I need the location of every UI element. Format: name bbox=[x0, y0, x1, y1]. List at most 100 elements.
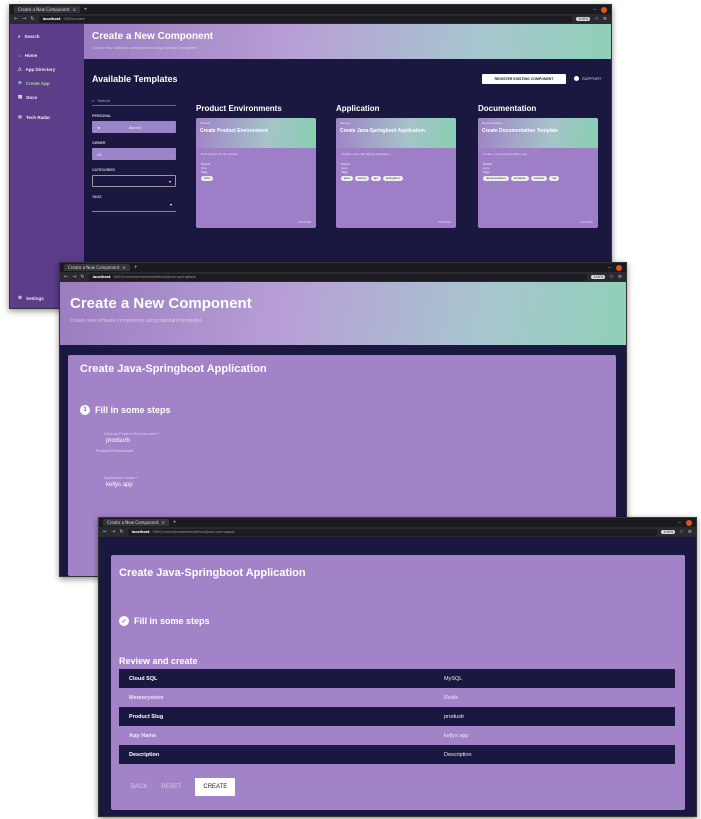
tab-close-icon[interactable]: × bbox=[123, 265, 126, 270]
back-icon[interactable]: ← bbox=[103, 529, 107, 535]
choose-button[interactable]: CHOOSE bbox=[580, 220, 593, 224]
reset-button[interactable]: RESET bbox=[161, 784, 181, 790]
radar-icon: ◎ bbox=[18, 114, 22, 119]
tab-close-icon[interactable]: × bbox=[73, 7, 76, 12]
row-value: kellys app bbox=[444, 732, 469, 739]
address-bar[interactable]: localhost:3000/create/templates/default/… bbox=[88, 273, 588, 281]
row-value: Description bbox=[444, 751, 472, 758]
sidebar-item-home[interactable]: ⌂ Home bbox=[10, 49, 84, 62]
template-card[interactable]: Documentation Create Documentation Templ… bbox=[478, 118, 598, 228]
tags-filter-select[interactable]: ▾ bbox=[92, 202, 176, 212]
table-row: Memorystore Redis bbox=[119, 688, 675, 707]
product-environment-label: Choose Product Environment * bbox=[104, 431, 159, 436]
tag-chip[interactable]: infra bbox=[201, 176, 213, 181]
star-icon[interactable]: ☆ bbox=[679, 529, 683, 535]
choose-button[interactable]: CHOOSE bbox=[438, 220, 451, 224]
template-column-product: Product Environments Product Create Prod… bbox=[196, 104, 316, 228]
menu-icon[interactable]: ≡ bbox=[603, 16, 607, 22]
close-window-icon[interactable] bbox=[601, 6, 607, 13]
new-tab-icon[interactable]: + bbox=[84, 7, 88, 13]
address-bar[interactable]: localhost:3000/create bbox=[38, 15, 573, 23]
zoom-level[interactable]: 100% bbox=[661, 530, 676, 534]
url-path: :3000/create bbox=[62, 17, 85, 21]
zoom-level[interactable]: 100% bbox=[576, 17, 591, 21]
minimize-icon[interactable]: – bbox=[678, 520, 681, 526]
forward-icon[interactable]: → bbox=[22, 16, 26, 22]
register-component-button[interactable]: REGISTER EXISTING COMPONENT bbox=[482, 74, 566, 84]
minimize-icon[interactable]: – bbox=[593, 7, 596, 13]
new-tab-icon[interactable]: + bbox=[134, 265, 138, 271]
row-value: Redis bbox=[444, 694, 459, 701]
sidebar-item-search[interactable]: ⌕ Search bbox=[10, 30, 84, 43]
tab-title: Create a New Component bbox=[18, 7, 70, 12]
sidebar-item-tech-radar[interactable]: ◎ Tech Radar bbox=[10, 110, 84, 124]
page-subtitle: Create new software components using sta… bbox=[70, 318, 202, 324]
support-button[interactable]: SUPPORT bbox=[574, 76, 601, 81]
zoom-level[interactable]: 100% bbox=[591, 275, 606, 279]
tag-chip[interactable]: techdocs bbox=[510, 176, 529, 181]
back-icon[interactable]: ← bbox=[14, 16, 18, 22]
tag-chip[interactable]: spring bbox=[354, 176, 369, 181]
browser-tab[interactable]: Create a New Component × bbox=[103, 519, 169, 526]
close-window-icon[interactable] bbox=[686, 519, 692, 526]
browser-tab[interactable]: Create a New Component × bbox=[64, 264, 130, 271]
address-bar[interactable]: localhost:3000/create/templates/default/… bbox=[127, 528, 658, 536]
reload-icon[interactable]: ↻ bbox=[30, 16, 34, 22]
reload-icon[interactable]: ↻ bbox=[80, 274, 84, 280]
card-tags-label: Tags bbox=[483, 170, 490, 174]
sidebar-item-app-directory[interactable]: △ App Directory bbox=[10, 62, 84, 76]
owner-filter-select[interactable]: All · bbox=[92, 148, 176, 160]
tag-chip[interactable]: springboot bbox=[382, 176, 403, 181]
card-header: Product Create Product Environment bbox=[196, 118, 316, 148]
support-label: SUPPORT bbox=[582, 76, 602, 81]
minimize-icon[interactable]: – bbox=[608, 265, 611, 271]
forward-icon[interactable]: → bbox=[72, 274, 76, 280]
close-window-icon[interactable] bbox=[616, 264, 622, 271]
sidebar-item-label: Home bbox=[24, 53, 38, 58]
url-host: localhost bbox=[42, 17, 61, 21]
directory-icon: △ bbox=[18, 66, 22, 71]
sidebar-item-label: Create App bbox=[25, 80, 50, 86]
sidebar-item-settings[interactable]: ⚙ Settings bbox=[10, 291, 52, 305]
card-title: Create Product Environment bbox=[200, 128, 268, 134]
choose-button[interactable]: CHOOSE bbox=[298, 220, 311, 224]
sidebar-item-create-app[interactable]: ⊕ Create App bbox=[10, 76, 84, 90]
tag-chip[interactable]: java bbox=[341, 176, 353, 181]
personal-filter-select[interactable]: ★ Starred · bbox=[92, 121, 176, 133]
browser-tab[interactable]: Create a New Component × bbox=[14, 6, 80, 13]
product-environment-helper: Product Environment bbox=[96, 448, 134, 453]
star-icon[interactable]: ☆ bbox=[609, 274, 613, 280]
card-body: Create a Java Springboot Application Own… bbox=[336, 148, 456, 185]
card-header: Service Create Java-Springboot Applicati… bbox=[336, 118, 456, 148]
tab-bar: Create a New Component × + – bbox=[60, 263, 626, 272]
page-header: Create a New Component Create new softwa… bbox=[60, 282, 626, 345]
row-key: Product Slug bbox=[129, 713, 164, 720]
card-body: Environment for the product Owner infra … bbox=[196, 148, 316, 185]
tag-chip[interactable]: md bbox=[549, 176, 560, 181]
back-button[interactable]: BACK bbox=[131, 784, 147, 790]
card-type: Product bbox=[200, 121, 211, 125]
create-button[interactable]: CREATE bbox=[195, 778, 236, 796]
app-name-field[interactable]: kellys app bbox=[106, 482, 604, 488]
template-column-documentation: Documentation Documentation Create Docum… bbox=[478, 104, 598, 228]
tag-chip[interactable]: documentation bbox=[483, 176, 509, 181]
sidebar-item-docs[interactable]: ▤ Docs bbox=[10, 90, 84, 104]
tag-chip[interactable]: mkdocs bbox=[530, 176, 548, 181]
search-input[interactable]: ⌕ Search bbox=[92, 96, 176, 106]
tab-close-icon[interactable]: × bbox=[162, 520, 165, 525]
template-card[interactable]: Service Create Java-Springboot Applicati… bbox=[336, 118, 456, 228]
menu-icon[interactable]: ≡ bbox=[618, 274, 622, 280]
step-label: Fill in some steps bbox=[95, 405, 171, 415]
template-card[interactable]: Product Create Product Environment Envir… bbox=[196, 118, 316, 228]
back-icon[interactable]: ← bbox=[64, 274, 68, 280]
column-heading: Application bbox=[336, 104, 380, 113]
product-environment-field[interactable]: prodsurb bbox=[106, 438, 604, 444]
new-tab-icon[interactable]: + bbox=[173, 520, 177, 526]
menu-icon[interactable]: ≡ bbox=[688, 529, 692, 535]
reload-icon[interactable]: ↻ bbox=[119, 529, 123, 535]
categories-filter-select[interactable]: ▾ bbox=[92, 175, 176, 187]
card-tags-label: Tags bbox=[341, 170, 348, 174]
forward-icon[interactable]: → bbox=[111, 529, 115, 535]
star-icon[interactable]: ☆ bbox=[594, 16, 598, 22]
tag-chip[interactable]: api bbox=[370, 176, 381, 181]
